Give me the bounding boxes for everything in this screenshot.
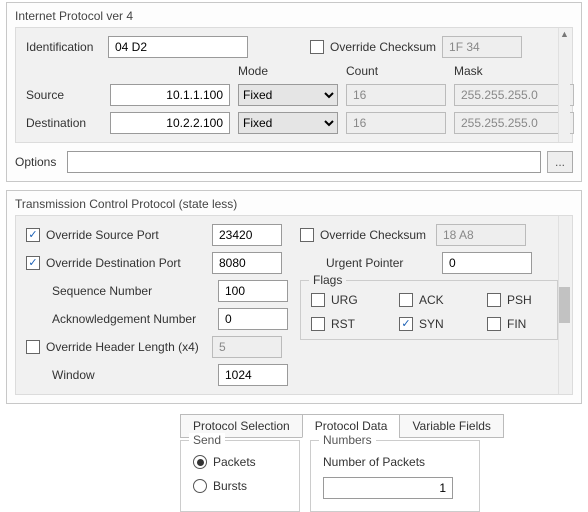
numbers-group: Numbers Number of Packets <box>310 440 480 512</box>
flag-rst-checkbox[interactable] <box>311 317 325 331</box>
ipv4-override-checksum-label: Override Checksum <box>330 40 436 54</box>
destination-ip-input[interactable] <box>110 112 230 134</box>
source-mode-select[interactable]: Fixed <box>238 84 338 106</box>
ipv4-checksum-input <box>442 36 522 58</box>
flag-ack-label: ACK <box>419 293 444 307</box>
options-ellipsis-button[interactable]: ... <box>547 151 573 173</box>
override-hdr-len-checkbox[interactable] <box>26 340 40 354</box>
tcp-override-checksum-label: Override Checksum <box>320 228 430 242</box>
flags-legend: Flags <box>309 273 346 287</box>
window-input[interactable] <box>218 364 288 386</box>
destination-mask-input <box>454 112 574 134</box>
mode-header: Mode <box>238 64 338 78</box>
count-header: Count <box>346 64 446 78</box>
identification-label: Identification <box>26 40 102 54</box>
destination-mode-select[interactable]: Fixed <box>238 112 338 134</box>
ipv4-scrollbar[interactable]: ▲ <box>558 28 570 142</box>
override-dst-port-checkbox[interactable] <box>26 256 40 270</box>
destination-count-input <box>346 112 446 134</box>
flag-syn-checkbox[interactable] <box>399 317 413 331</box>
flag-syn-label: SYN <box>419 317 444 331</box>
override-hdr-len-label: Override Header Length (x4) <box>46 340 206 354</box>
source-label: Source <box>26 88 102 102</box>
window-label: Window <box>52 368 212 382</box>
ipv4-panel: Internet Protocol ver 4 ▲ Identification… <box>6 2 582 182</box>
send-packets-label: Packets <box>213 455 256 469</box>
options-input[interactable] <box>67 151 541 173</box>
override-dst-port-label: Override Destination Port <box>46 256 206 270</box>
tcp-inner: Override Source Port Override Destinatio… <box>15 215 573 395</box>
send-packets-radio[interactable] <box>193 455 207 469</box>
tcp-checksum-input <box>436 224 526 246</box>
urgent-pointer-input[interactable] <box>442 252 532 274</box>
numbers-legend: Numbers <box>319 433 376 447</box>
seq-number-input[interactable] <box>218 280 288 302</box>
seq-number-label: Sequence Number <box>52 284 212 298</box>
hdr-len-input <box>212 336 282 358</box>
source-count-input <box>346 84 446 106</box>
tcp-panel: Transmission Control Protocol (state les… <box>6 190 582 404</box>
src-port-input[interactable] <box>212 224 282 246</box>
destination-label: Destination <box>26 116 102 130</box>
bottom-tabs: Protocol Selection Protocol Data Variabl… <box>180 414 588 438</box>
send-bursts-radio[interactable] <box>193 479 207 493</box>
urgent-pointer-label: Urgent Pointer <box>326 256 436 270</box>
flag-urg-checkbox[interactable] <box>311 293 325 307</box>
dst-port-input[interactable] <box>212 252 282 274</box>
mask-header: Mask <box>454 64 574 78</box>
flag-urg-label: URG <box>331 293 358 307</box>
flag-psh-checkbox[interactable] <box>487 293 501 307</box>
flag-rst-label: RST <box>331 317 355 331</box>
flag-ack-checkbox[interactable] <box>399 293 413 307</box>
flag-fin-label: FIN <box>507 317 526 331</box>
ipv4-override-checksum-checkbox[interactable] <box>310 40 324 54</box>
send-legend: Send <box>189 433 225 447</box>
tcp-title: Transmission Control Protocol (state les… <box>15 197 573 215</box>
tab-variable-fields[interactable]: Variable Fields <box>399 414 503 438</box>
override-src-port-label: Override Source Port <box>46 228 206 242</box>
source-mask-input <box>454 84 574 106</box>
scroll-up-icon[interactable]: ▲ <box>559 28 570 40</box>
ack-number-input[interactable] <box>218 308 288 330</box>
flag-psh-label: PSH <box>507 293 532 307</box>
tcp-override-checksum-checkbox[interactable] <box>300 228 314 242</box>
ipv4-inner: ▲ Identification Override Checksum Mode … <box>15 27 573 143</box>
source-ip-input[interactable] <box>110 84 230 106</box>
identification-input[interactable] <box>108 36 248 58</box>
flag-fin-checkbox[interactable] <box>487 317 501 331</box>
send-bursts-label: Bursts <box>213 479 247 493</box>
options-label: Options <box>15 155 61 169</box>
send-group: Send Packets Bursts <box>180 440 300 512</box>
scrollbar-thumb[interactable] <box>559 287 570 323</box>
override-src-port-checkbox[interactable] <box>26 228 40 242</box>
num-packets-input[interactable] <box>323 477 453 499</box>
ipv4-title: Internet Protocol ver 4 <box>15 9 573 27</box>
ack-number-label: Acknowledgement Number <box>52 312 212 326</box>
tcp-scrollbar[interactable] <box>558 216 570 394</box>
flags-fieldset: Flags URG ACK PSH RST SYN FIN <box>300 280 558 340</box>
num-packets-label: Number of Packets <box>323 455 467 469</box>
